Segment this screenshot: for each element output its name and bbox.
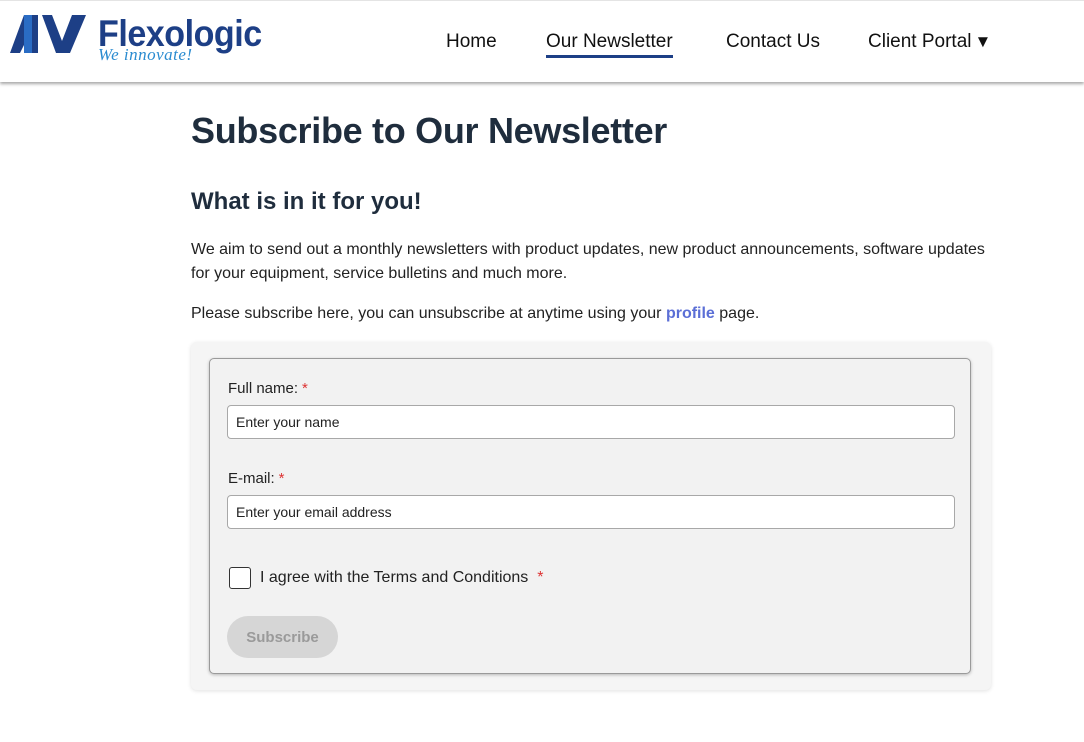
terms-checkbox[interactable] bbox=[229, 567, 251, 589]
nav-item-contact-us[interactable]: Contact Us bbox=[726, 31, 820, 55]
page-title: Subscribe to Our Newsletter bbox=[191, 110, 668, 151]
profile-link[interactable]: profile bbox=[666, 305, 715, 322]
nav-item-home[interactable]: Home bbox=[446, 31, 497, 55]
nav-item-client-portal[interactable]: Client Portal ▼ bbox=[868, 31, 991, 55]
terms-label[interactable]: I agree with the Terms and Conditions * bbox=[260, 569, 544, 587]
av-logo-mark-icon bbox=[10, 15, 86, 53]
terms-label-text: I agree with the Terms and Conditions bbox=[260, 569, 529, 586]
brand-logo[interactable]: Flexologic We innovate! bbox=[10, 11, 270, 71]
email-label: E-mail: * bbox=[228, 470, 285, 487]
nav-item-client-portal-label: Client Portal bbox=[868, 31, 972, 52]
nav-item-our-newsletter[interactable]: Our Newsletter bbox=[546, 31, 673, 58]
subscribe-button[interactable]: Subscribe bbox=[227, 616, 338, 658]
note-text-after: page. bbox=[714, 305, 760, 322]
required-marker: * bbox=[537, 569, 544, 586]
page-subtitle: What is in it for you! bbox=[191, 188, 422, 215]
subscribe-form: Full name:* E-mail:* I agree with the Te… bbox=[209, 358, 971, 674]
email-input[interactable] bbox=[227, 495, 955, 529]
full-name-input[interactable] bbox=[227, 405, 955, 439]
email-label-text: E-mail: bbox=[228, 470, 275, 487]
full-name-label: Full name: * bbox=[228, 380, 308, 397]
main-content: Subscribe to Our Newsletter What is in i… bbox=[191, 110, 991, 322]
unsubscribe-note: Please subscribe here, you can unsubscri… bbox=[191, 302, 991, 326]
note-text-before: Please subscribe here, you can unsubscri… bbox=[191, 305, 666, 322]
brand-tagline: We innovate! bbox=[98, 45, 193, 64]
intro-text: We aim to send out a monthly newsletters… bbox=[191, 241, 985, 282]
required-marker: * bbox=[302, 380, 308, 397]
caret-down-icon: ▼ bbox=[974, 32, 992, 51]
subscribe-form-container: Full name:* E-mail:* I agree with the Te… bbox=[191, 342, 991, 690]
site-header: Flexologic We innovate! Home Our Newslet… bbox=[0, 0, 1084, 82]
full-name-label-text: Full name: bbox=[228, 380, 299, 397]
required-marker: * bbox=[278, 470, 285, 487]
